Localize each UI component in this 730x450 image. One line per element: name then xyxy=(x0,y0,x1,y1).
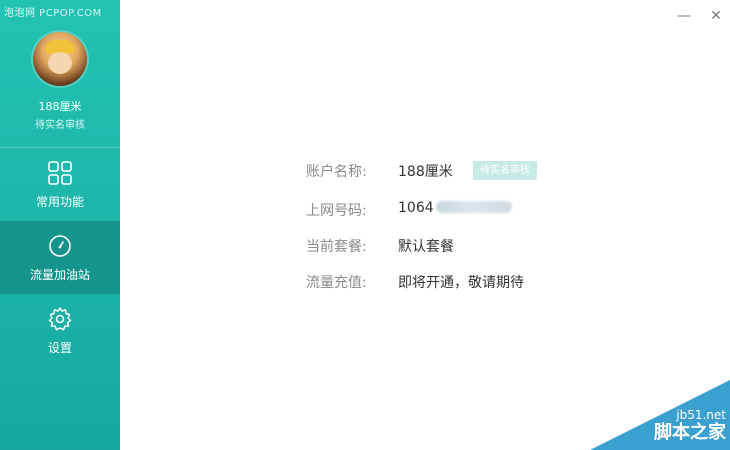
sidebar-item-label: 流量加油站 xyxy=(29,268,90,282)
avatar[interactable] xyxy=(33,32,87,86)
phone-number-label: 上网号码: xyxy=(306,203,367,219)
grid-icon xyxy=(48,161,72,185)
current-plan-value: 默认套餐 xyxy=(398,239,454,255)
minimize-button[interactable]: — xyxy=(674,6,694,26)
account-name-label: 账户名称: xyxy=(306,164,367,180)
sidebar-item-label: 设置 xyxy=(47,341,72,355)
sidebar-item-settings[interactable]: 设置 xyxy=(0,294,120,367)
verification-status-badge: 待实名审核 xyxy=(473,161,537,180)
current-plan-label: 当前套餐: xyxy=(306,239,367,255)
phone-number-value: 1064 xyxy=(398,200,434,216)
user-status: 待实名审核 xyxy=(35,120,85,131)
phone-number-field: 1064 xyxy=(398,200,512,216)
data-recharge-value: 即将开通，敬请期待 xyxy=(398,275,524,291)
avatar-face xyxy=(48,52,72,74)
user-name: 188厘米 xyxy=(38,100,82,113)
gauge-icon xyxy=(49,235,71,257)
sidebar: 泡泡网 PCPOP.COM 188厘米 待实名审核 常用功能 流量加油站 设置 xyxy=(0,0,120,450)
watermark-brand: 脚本之家 xyxy=(654,422,726,443)
sidebar-item-traffic-station[interactable]: 流量加油站 xyxy=(0,221,120,294)
sidebar-item-label: 常用功能 xyxy=(35,195,84,209)
redacted-blur xyxy=(435,201,512,213)
sidebar-item-common-functions[interactable]: 常用功能 xyxy=(0,148,120,221)
gear-icon xyxy=(48,307,72,331)
close-button[interactable]: ✕ xyxy=(706,6,726,26)
watermark-jb51: jb51.net 脚本之家 xyxy=(590,380,730,450)
account-name-value: 188厘米 xyxy=(398,164,453,180)
watermark-pcpop: 泡泡网 PCPOP.COM xyxy=(4,8,102,19)
main-panel: — ✕ 账户名称: 188厘米 待实名审核 上网号码: 1064 当前套餐: 默… xyxy=(120,0,730,450)
data-recharge-label: 流量充值: xyxy=(306,275,367,291)
